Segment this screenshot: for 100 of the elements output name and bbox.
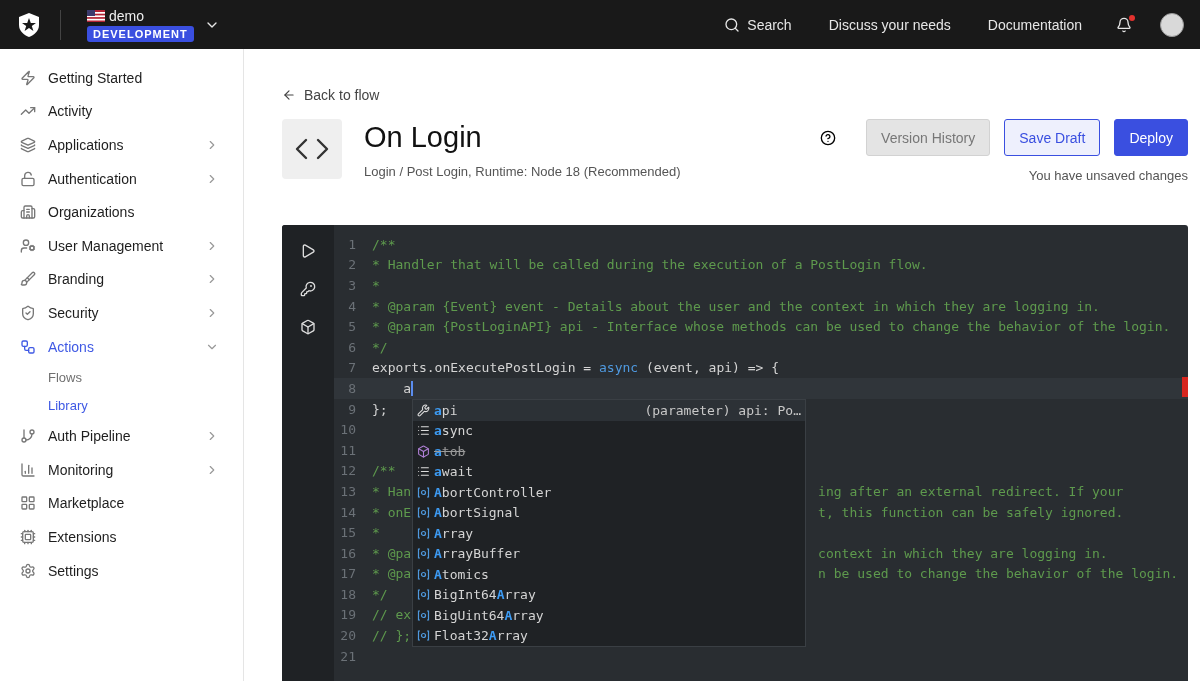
sidebar-label: Authentication — [48, 170, 138, 187]
sidebar-item[interactable]: Activity — [20, 94, 243, 129]
suggestion-item[interactable]: AbortController — [413, 482, 805, 503]
nav-link[interactable]: Documentation — [987, 16, 1082, 33]
suggestion-label: atob — [434, 443, 467, 459]
suggestion-label: api — [434, 402, 459, 418]
grid-icon — [20, 495, 36, 512]
suggestion-item[interactable]: api (parameter) api: Po… — [413, 400, 805, 421]
suggestion-item[interactable]: BigUint64Array — [413, 605, 805, 626]
settings-icon — [20, 562, 36, 579]
search-button[interactable]: Search — [724, 16, 792, 33]
variable-icon — [417, 547, 430, 561]
sidebar-subitem[interactable]: Flows — [20, 363, 243, 392]
line-number: 11 — [339, 442, 356, 458]
line-number: 10 — [339, 422, 356, 438]
suggestion-item[interactable]: Array — [413, 523, 805, 544]
code-line: * — [372, 525, 380, 541]
nav-link[interactable]: Discuss your needs — [828, 16, 951, 33]
sidebar-item[interactable]: Actions — [20, 329, 243, 364]
sidebar-label: Security — [48, 304, 100, 321]
shield-icon — [20, 304, 36, 321]
code-line: }; — [372, 401, 388, 417]
dependencies-button[interactable] — [300, 319, 316, 335]
sidebar-item[interactable]: Organizations — [20, 195, 243, 229]
sidebar-item[interactable]: Monitoring — [20, 452, 243, 487]
sidebar-item[interactable]: Auth Pipeline — [20, 419, 243, 453]
line-number: 8 — [347, 380, 356, 396]
suggestion-item[interactable]: await — [413, 461, 805, 482]
sidebar-subitem[interactable]: Library — [20, 391, 243, 420]
sidebar-label: Auth Pipeline — [48, 428, 132, 445]
suggestion-label: Array — [434, 525, 475, 541]
page-title: On Login — [364, 121, 483, 154]
sidebar-label: Organizations — [48, 204, 136, 221]
sidebar-item[interactable]: Extensions — [20, 520, 243, 554]
logo-icon[interactable] — [18, 12, 40, 37]
line-number: 16 — [339, 545, 356, 561]
notification-dot — [1129, 14, 1135, 21]
line-number: 4 — [347, 298, 356, 314]
suggestion-detail: (parameter) api: Po… — [644, 402, 801, 418]
suggestion-item[interactable]: async — [413, 420, 805, 441]
code-line: exports.onExecutePostLogin = async (event, api) => { — [372, 360, 779, 376]
line-number: 17 — [339, 566, 356, 582]
play-icon — [300, 243, 316, 259]
tenant-name: demo — [109, 7, 145, 24]
sidebar-item[interactable]: Getting Started — [20, 61, 243, 95]
suggestion-item[interactable]: BigInt64Array — [413, 584, 805, 605]
suggestion-label: AbortSignal — [434, 505, 522, 521]
bell-icon[interactable] — [1116, 16, 1132, 33]
suggestion-label: Atomics — [434, 566, 490, 582]
cube-icon — [300, 319, 316, 335]
suggestion-item[interactable]: Atomics — [413, 564, 805, 585]
code-line: */ — [372, 586, 388, 602]
help-icon[interactable] — [820, 129, 837, 146]
run-button[interactable] — [300, 243, 316, 259]
suggestion-item[interactable]: ArrayBuffer — [413, 543, 805, 564]
sidebar-label: Monitoring — [48, 461, 115, 478]
brush-icon — [20, 271, 36, 288]
line-number: 2 — [347, 257, 356, 273]
line-number: 9 — [347, 401, 356, 417]
sidebar-label: Activity — [48, 103, 94, 120]
variable-icon — [417, 506, 430, 520]
sidebar-label: Extensions — [48, 528, 118, 545]
error-marker — [1182, 377, 1188, 397]
suggestion-label: BigInt64Array — [434, 587, 537, 603]
sidebar-label: Actions — [48, 338, 95, 355]
line-number: 18 — [339, 586, 356, 602]
suggestion-item[interactable]: AbortSignal — [413, 502, 805, 523]
code-line: // }; — [372, 628, 412, 644]
page-subtitle: Login / Post Login, Runtime: Node 18 (Recommended) — [364, 164, 682, 179]
building-icon — [20, 204, 36, 221]
chip-icon — [20, 528, 36, 545]
line-number: 14 — [339, 504, 356, 520]
sidebar-item[interactable]: Settings — [20, 553, 243, 588]
sidebar-item[interactable]: User Management — [20, 228, 243, 263]
sidebar-item[interactable]: Applications — [20, 128, 243, 162]
suggestion-item[interactable]: atob — [413, 441, 805, 462]
suggestion-item[interactable]: Float32Array — [413, 625, 805, 646]
lines-icon — [417, 465, 430, 479]
line-number: 15 — [339, 525, 356, 541]
line-number: 3 — [347, 278, 356, 293]
sidebar-item[interactable]: Security — [20, 296, 243, 330]
code-line: * onE — [372, 504, 412, 520]
key-icon — [300, 281, 316, 297]
code-line: * @param {PostLoginAPI} api - Interface whose methods can be used to change the behavior of the login. — [372, 319, 1171, 335]
code-line: * @pa — [372, 566, 412, 582]
save-draft-button[interactable]: Save Draft — [1004, 119, 1101, 156]
suggestion-label: BigUint64Array — [434, 607, 545, 623]
deploy-button[interactable]: Deploy — [1114, 119, 1188, 156]
code-line: ing after an external redirect. If your — [818, 483, 1124, 499]
variable-icon — [417, 567, 430, 581]
secrets-button[interactable] — [300, 281, 316, 297]
sidebar-item[interactable]: Marketplace — [20, 486, 243, 521]
sidebar-item[interactable]: Branding — [20, 262, 243, 297]
text-cursor — [411, 380, 414, 396]
back-link[interactable]: Back to flow — [282, 87, 1188, 103]
avatar[interactable] — [1160, 12, 1184, 37]
sidebar-label: Applications — [48, 137, 125, 153]
code-line: // ex — [372, 607, 412, 623]
code-line: * @pa — [372, 545, 412, 561]
sidebar-item[interactable]: Authentication — [20, 161, 243, 196]
